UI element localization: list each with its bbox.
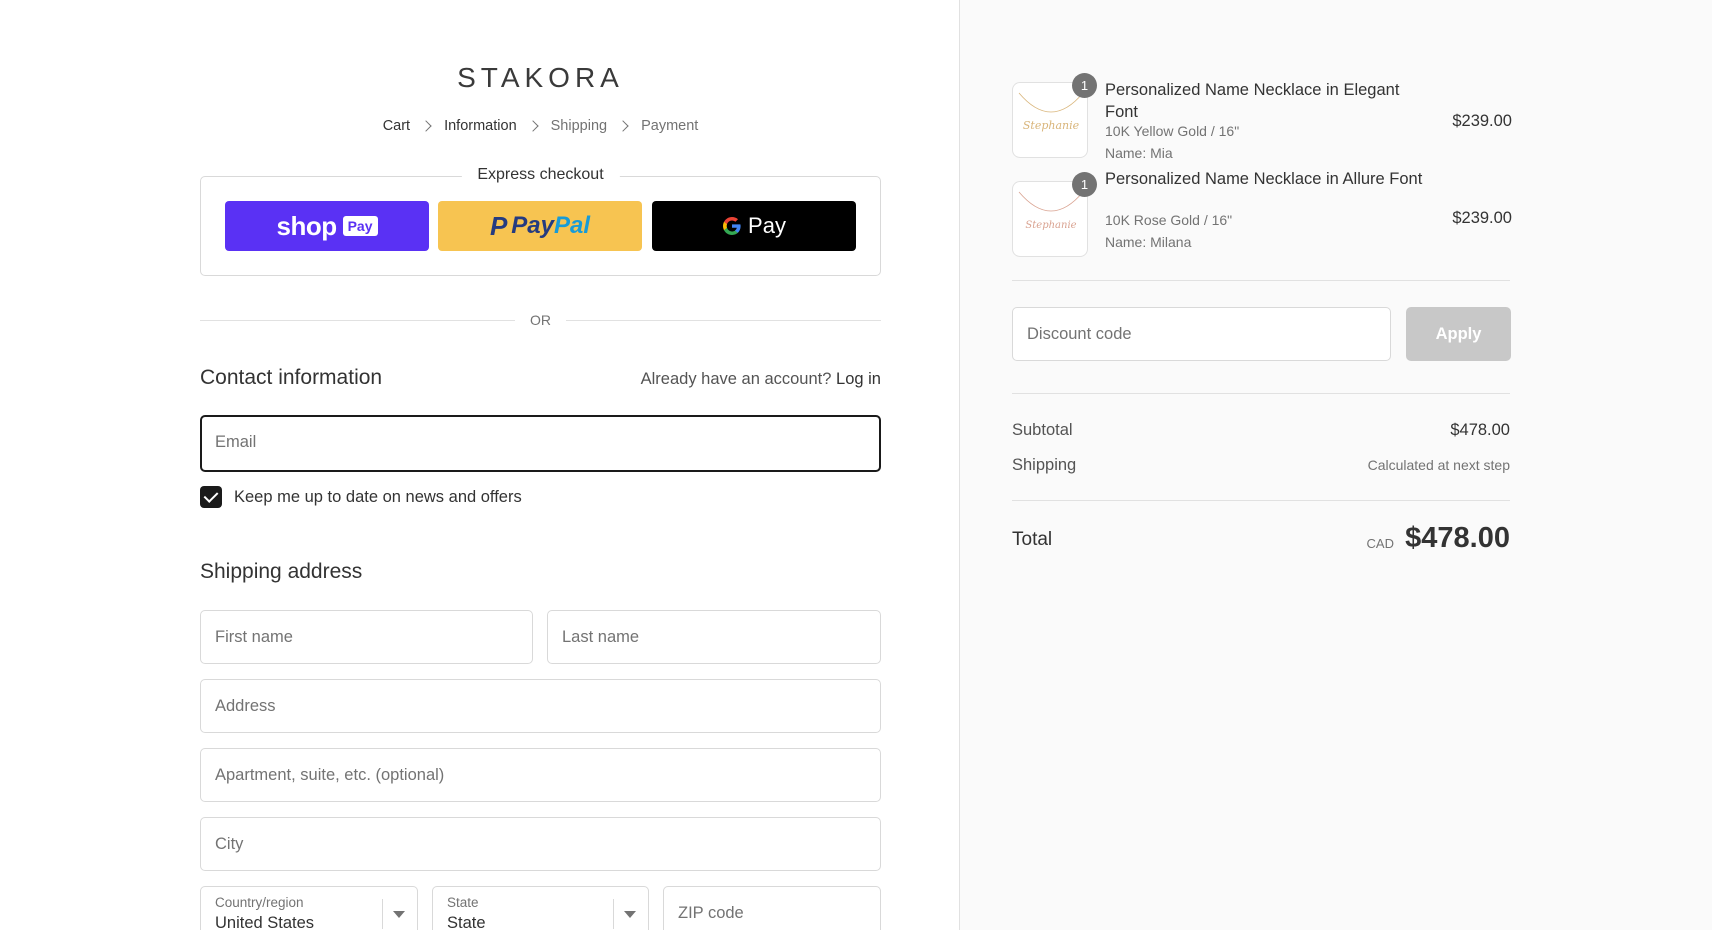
currency-code: CAD: [1366, 536, 1394, 551]
newsletter-option[interactable]: Keep me up to date on news and offers: [200, 486, 522, 508]
item-price: $239.00: [1452, 112, 1512, 130]
necklace-image: Stephanie: [1018, 92, 1084, 132]
breadcrumb-information: Information: [444, 118, 517, 134]
shipping-label: Shipping: [1012, 456, 1077, 474]
zip-code-placeholder: ZIP code: [678, 904, 744, 922]
necklace-image: Stephanie: [1018, 191, 1084, 231]
store-logo[interactable]: STAKORA: [200, 62, 881, 94]
paypal-button[interactable]: P PayPal: [438, 201, 642, 251]
item-personalization: Name: Milana: [1105, 234, 1192, 250]
state-label: State: [447, 895, 479, 910]
express-checkout: Express checkout shop Pay P PayPal Pay: [200, 166, 881, 276]
item-variant: 10K Yellow Gold / 16": [1105, 123, 1240, 139]
select-separator: [382, 899, 383, 929]
newsletter-label: Keep me up to date on news and offers: [234, 487, 522, 506]
state-select[interactable]: State State: [432, 886, 649, 930]
product-thumbnail: Stephanie 1: [1012, 73, 1097, 158]
discount-code-field[interactable]: Discount code: [1012, 307, 1391, 361]
country-label: Country/region: [215, 895, 304, 910]
svg-text:Stephanie: Stephanie: [1023, 119, 1080, 132]
shop-pay-button[interactable]: shop Pay: [225, 201, 429, 251]
paypal-icon: P: [489, 210, 508, 241]
chevron-right-icon: [526, 120, 539, 132]
apartment-field[interactable]: Apartment, suite, etc. (optional): [200, 748, 881, 802]
google-pay-button[interactable]: Pay: [652, 201, 856, 251]
shipping-value: Calculated at next step: [1367, 457, 1510, 473]
divider-line: [1012, 280, 1510, 281]
express-checkout-title: Express checkout: [461, 166, 620, 184]
city-field[interactable]: City: [200, 817, 881, 871]
chevron-right-icon: [420, 120, 432, 132]
quantity-badge: 1: [1072, 73, 1097, 98]
divider-line: [1012, 393, 1510, 394]
email-field[interactable]: Email: [200, 415, 881, 472]
checkout-main-panel: STAKORA Cart Information Shipping Paymen…: [0, 0, 959, 930]
zip-code-field[interactable]: ZIP code: [663, 886, 881, 930]
divider-line: [566, 320, 881, 321]
shipping-address-title: Shipping address: [200, 560, 363, 583]
caret-down-icon: [393, 911, 405, 918]
item-name: Personalized Name Necklace in Allure Fon…: [1105, 170, 1423, 188]
select-separator: [613, 899, 614, 929]
first-name-placeholder: First name: [215, 628, 293, 646]
google-g-icon: [723, 217, 741, 235]
item-name: Personalized Name Necklace in Elegant Fo…: [1105, 81, 1400, 121]
caret-down-icon: [624, 911, 636, 918]
contact-information-title: Contact information: [200, 366, 383, 389]
last-name-placeholder: Last name: [562, 628, 640, 646]
discount-code-placeholder: Discount code: [1027, 325, 1132, 343]
country-value: United States: [215, 914, 315, 930]
divider-line: [200, 320, 515, 321]
newsletter-checkbox[interactable]: [200, 486, 222, 508]
address-field[interactable]: Address: [200, 679, 881, 733]
subtotal-value: $478.00: [1450, 421, 1510, 439]
paypal-logo-pal: Pal: [554, 212, 591, 239]
breadcrumb-cart[interactable]: Cart: [383, 118, 410, 134]
or-divider: OR: [200, 310, 881, 330]
email-placeholder: Email: [215, 433, 257, 451]
apply-discount-button[interactable]: Apply: [1406, 307, 1511, 361]
or-label: OR: [530, 312, 551, 328]
cart-item: Stephanie 1 Personalized Name Necklace i…: [1012, 170, 1512, 261]
breadcrumb-shipping: Shipping: [550, 118, 608, 134]
chevron-right-icon: [617, 120, 629, 132]
city-placeholder: City: [215, 835, 244, 853]
subtotal-label: Subtotal: [1012, 421, 1073, 439]
item-variant: 10K Rose Gold / 16": [1105, 212, 1233, 228]
divider-line: [1012, 500, 1510, 501]
login-link[interactable]: Log in: [836, 370, 881, 388]
account-prompt: Already have an account? Log in: [641, 370, 881, 389]
shop-pay-badge: Pay: [342, 216, 378, 236]
svg-text:Stephanie: Stephanie: [1025, 220, 1076, 231]
item-personalization: Name: Mia: [1105, 145, 1173, 161]
address-placeholder: Address: [215, 697, 276, 715]
state-value: State: [447, 914, 486, 930]
order-summary-panel: Stephanie 1 Personalized Name Necklace i…: [959, 0, 1712, 930]
paypal-logo-pay: Pay: [511, 212, 554, 239]
cart-item: Stephanie 1 Personalized Name Necklace i…: [1012, 73, 1512, 162]
item-price: $239.00: [1452, 209, 1512, 227]
product-thumbnail: Stephanie 1: [1012, 172, 1097, 257]
last-name-field[interactable]: Last name: [547, 610, 881, 664]
breadcrumb-payment: Payment: [641, 118, 699, 134]
paypal-logo: PayPal: [511, 212, 590, 240]
quantity-badge: 1: [1072, 172, 1097, 197]
apartment-placeholder: Apartment, suite, etc. (optional): [215, 766, 445, 784]
total-value: $478.00: [1405, 522, 1510, 554]
first-name-field[interactable]: First name: [200, 610, 533, 664]
total-label: Total: [1012, 529, 1053, 550]
breadcrumb: Cart Information Shipping Payment: [200, 118, 881, 134]
google-pay-label: Pay: [748, 213, 786, 238]
shop-pay-logo: shop: [276, 210, 337, 241]
country-select[interactable]: Country/region United States: [200, 886, 418, 930]
account-prompt-text: Already have an account?: [640, 370, 832, 388]
